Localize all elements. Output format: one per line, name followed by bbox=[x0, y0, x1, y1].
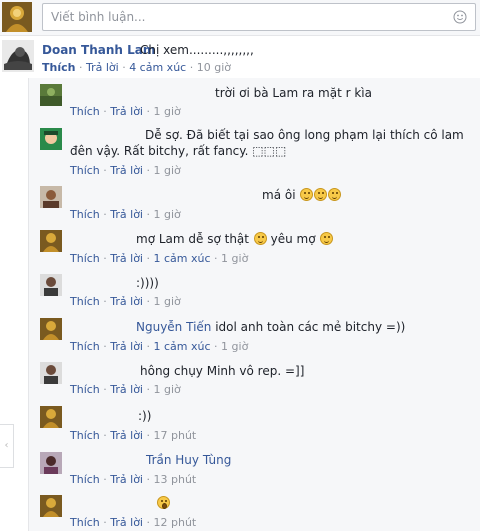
reply-actions: Thích · Trả lời · 1 cảm xúc · 1 giờ bbox=[70, 252, 249, 265]
like-link[interactable]: Thích bbox=[70, 473, 100, 486]
reply-item: Thích · Trả lời · 12 phút bbox=[40, 490, 480, 531]
reply-time[interactable]: 1 giờ bbox=[154, 208, 181, 221]
reply-avatar[interactable] bbox=[40, 452, 62, 474]
reply-actions: Thích · Trả lời · 13 phút bbox=[70, 473, 197, 486]
reply-avatar[interactable] bbox=[40, 406, 62, 428]
like-link[interactable]: Thích bbox=[42, 61, 75, 74]
reply-time[interactable]: 12 phút bbox=[154, 516, 197, 529]
emoji-picker-icon[interactable] bbox=[453, 10, 467, 24]
reply-actions: Thích · Trả lời · 1 giờ bbox=[70, 164, 181, 177]
reply-time[interactable]: 1 giờ bbox=[154, 105, 181, 118]
laughing-emoji-icon bbox=[300, 188, 314, 201]
reply-avatar[interactable] bbox=[40, 495, 62, 517]
like-link[interactable]: Thích bbox=[70, 295, 100, 308]
reply-text: trời ơi bà Lam ra mặt r kìa bbox=[215, 86, 372, 100]
reply-time[interactable]: 1 giờ bbox=[154, 295, 181, 308]
reply-text: :)))) bbox=[136, 276, 159, 290]
reply-item: Dễ sợ. Đã biết tại sao ông long phạm lại… bbox=[40, 122, 480, 180]
reply-text-continued: đên vậy. Rất bitchy, rất fancy. ⬚⬚⬚ bbox=[70, 144, 287, 158]
like-link[interactable]: Thích bbox=[70, 429, 100, 442]
reply-link[interactable]: Trả lời bbox=[110, 105, 143, 118]
current-user-avatar[interactable] bbox=[2, 2, 32, 32]
reply-actions: Thích · Trả lời · 1 giờ bbox=[70, 295, 181, 308]
reply-text: mợ Lam dễ sợ thật yêu mợ bbox=[136, 232, 334, 246]
reply-item: Nguyễn Tiến idol anh toàn các mẻ bitchy … bbox=[40, 314, 480, 358]
reply-link[interactable]: Trả lời bbox=[110, 383, 143, 396]
reply-actions: Thích · Trả lời · 1 giờ bbox=[70, 105, 181, 118]
separator: · bbox=[189, 61, 194, 74]
comment-input[interactable] bbox=[43, 4, 423, 30]
like-link[interactable]: Thích bbox=[70, 340, 100, 353]
reply-item: :)))) Thích · Trả lời · 1 giờ bbox=[40, 270, 480, 312]
laughing-emoji-icon bbox=[314, 188, 328, 201]
reply-item: hông chụy Minh vô rep. =]] Thích · Trả l… bbox=[40, 358, 480, 400]
like-link[interactable]: Thích bbox=[70, 252, 100, 265]
like-link[interactable]: Thích bbox=[70, 516, 100, 529]
reactions-count[interactable]: 1 cảm xúc bbox=[154, 340, 211, 353]
reply-text bbox=[156, 496, 170, 510]
reply-text: Nguyễn Tiến idol anh toàn các mẻ bitchy … bbox=[136, 320, 406, 334]
separator: · bbox=[122, 61, 126, 74]
reply-link[interactable]: Trả lời bbox=[86, 61, 119, 74]
reactions-count[interactable]: 4 cảm xúc bbox=[129, 61, 186, 74]
reply-avatar[interactable] bbox=[40, 362, 62, 384]
mention-link[interactable]: Trần Huy Tùng bbox=[146, 453, 231, 467]
reply-link[interactable]: Trả lời bbox=[110, 429, 143, 442]
reply-item: mợ Lam dễ sợ thật yêu mợ Thích · Trả lời… bbox=[40, 226, 480, 270]
reply-time[interactable]: 1 giờ bbox=[221, 252, 248, 265]
reply-time[interactable]: 17 phút bbox=[154, 429, 197, 442]
reply-avatar[interactable] bbox=[40, 230, 62, 252]
reply-actions: Thích · Trả lời · 1 giờ bbox=[70, 208, 181, 221]
reply-actions: Thích · Trả lời · 17 phút bbox=[70, 429, 197, 442]
reply-time[interactable]: 1 giờ bbox=[221, 340, 248, 353]
reply-actions: Thích · Trả lời · 1 giờ bbox=[70, 383, 181, 396]
like-link[interactable]: Thích bbox=[70, 105, 100, 118]
reply-text: hông chụy Minh vô rep. =]] bbox=[140, 364, 305, 378]
reply-time[interactable]: 13 phút bbox=[154, 473, 197, 486]
comment-text: Chị xem.........,,,,,,,, bbox=[140, 43, 254, 57]
reply-item: Trần Huy Tùng Thích · Trả lời · 13 phút bbox=[40, 448, 480, 490]
mention-link[interactable]: Nguyễn Tiến bbox=[136, 320, 211, 334]
comment-time[interactable]: 10 giờ bbox=[197, 61, 231, 74]
reply-text: :)) bbox=[138, 409, 152, 423]
wow-emoji-icon bbox=[157, 496, 170, 509]
reply-actions: Thích · Trả lời · 1 cảm xúc · 1 giờ bbox=[70, 340, 249, 353]
reply-actions: Thích · Trả lời · 12 phút bbox=[70, 516, 197, 529]
reply-link[interactable]: Trả lời bbox=[110, 516, 143, 529]
reply-avatar[interactable] bbox=[40, 186, 62, 208]
reply-avatar[interactable] bbox=[40, 318, 62, 340]
reply-item: trời ơi bà Lam ra mặt r kìa Thích · Trả … bbox=[40, 80, 480, 122]
like-link[interactable]: Thích bbox=[70, 164, 100, 177]
reactions-count[interactable]: 1 cảm xúc bbox=[154, 252, 211, 265]
comment-input-box[interactable] bbox=[42, 3, 476, 31]
reply-link[interactable]: Trả lời bbox=[110, 208, 143, 221]
reply-link[interactable]: Trả lời bbox=[110, 252, 143, 265]
like-link[interactable]: Thích bbox=[70, 383, 100, 396]
collapse-handle[interactable]: ‹ bbox=[0, 424, 14, 468]
smile-emoji-icon bbox=[253, 232, 267, 245]
like-link[interactable]: Thích bbox=[70, 208, 100, 221]
comment-composer-bar bbox=[0, 0, 480, 36]
separator: · bbox=[78, 61, 83, 74]
reply-link[interactable]: Trả lời bbox=[110, 164, 143, 177]
commenter-avatar[interactable] bbox=[2, 40, 34, 72]
reply-text: má ôi bbox=[262, 188, 342, 202]
reply-avatar[interactable] bbox=[40, 274, 62, 296]
reply-item: má ôi Thích · Trả lời · 1 giờ bbox=[40, 180, 480, 224]
reply-time[interactable]: 1 giờ bbox=[154, 164, 181, 177]
reply-avatar[interactable] bbox=[40, 84, 62, 106]
reply-link[interactable]: Trả lời bbox=[110, 295, 143, 308]
comment-author-name[interactable]: Doan Thanh Lam bbox=[42, 43, 155, 57]
laughing-emoji-icon bbox=[328, 188, 342, 201]
comment-actions: Thích · Trả lời · 4 cảm xúc · 10 giờ bbox=[42, 61, 231, 74]
reply-avatar[interactable] bbox=[40, 128, 62, 150]
reply-link[interactable]: Trả lời bbox=[110, 473, 143, 486]
reply-item: :)) Thích · Trả lời · 17 phút bbox=[40, 402, 480, 446]
reply-link[interactable]: Trả lời bbox=[110, 340, 143, 353]
main-comment: Doan Thanh Lam Chị xem.........,,,,,,,, … bbox=[0, 38, 480, 78]
smile-emoji-icon bbox=[320, 232, 334, 245]
reply-text: Dễ sợ. Đã biết tại sao ông long phạm lại… bbox=[145, 128, 464, 142]
reply-time[interactable]: 1 giờ bbox=[154, 383, 181, 396]
